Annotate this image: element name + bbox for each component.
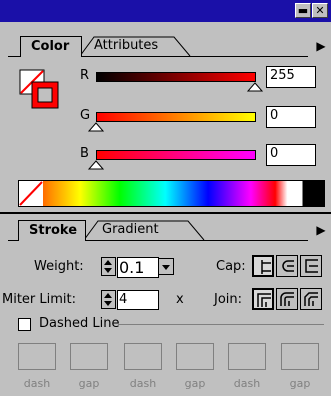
bevel-join-icon <box>304 292 318 306</box>
slider-g-value-field[interactable]: 0 <box>266 106 316 128</box>
round-join-button[interactable] <box>276 288 298 310</box>
stepper-down-arrow-icon[interactable] <box>104 268 112 273</box>
slider-b-label: B <box>80 146 89 161</box>
weight-stepper[interactable] <box>101 257 116 276</box>
dash-field-1[interactable] <box>18 343 56 370</box>
tab-attributes[interactable]: Attributes <box>94 36 178 56</box>
round-cap-button[interactable] <box>276 255 298 277</box>
slider-r-knob-icon[interactable] <box>247 82 263 92</box>
stroke-panel-tabs: Stroke Gradient ▶ <box>8 220 331 242</box>
gap-field-1-label: gap <box>78 377 100 390</box>
tab-gradient[interactable]: Gradient <box>102 220 182 240</box>
join-label: Join: <box>214 292 243 307</box>
dash-field-2[interactable] <box>124 343 162 370</box>
dashed-line-label: Dashed Line <box>39 316 120 331</box>
tab-stroke[interactable]: Stroke <box>18 220 86 241</box>
miter-unit-label: x <box>176 292 184 307</box>
tab-stroke-label: Stroke <box>29 223 78 238</box>
slider-r-track[interactable] <box>96 72 256 82</box>
stepper-down-arrow-icon[interactable] <box>104 301 112 306</box>
dashed-line-checkbox[interactable] <box>18 318 31 331</box>
none-color-icon[interactable] <box>19 181 43 206</box>
miter-limit-input[interactable]: 4 <box>117 290 159 310</box>
round-join-icon <box>280 292 294 306</box>
slider-r-value-field[interactable]: 255 <box>266 66 316 88</box>
miter-limit-label: Miter Limit: <box>2 292 77 307</box>
gap-field-3[interactable] <box>281 343 319 370</box>
tab-color-label: Color <box>31 39 70 54</box>
dashed-line-separator <box>118 324 324 325</box>
tab-gradient-label: Gradient <box>102 222 159 237</box>
miter-join-icon <box>257 293 271 307</box>
panel-divider <box>0 212 331 214</box>
miter-limit-stepper[interactable] <box>101 290 116 309</box>
weight-dropdown-arrow-icon[interactable] <box>158 258 174 275</box>
color-panel-menu-arrow-icon[interactable]: ▶ <box>313 36 329 56</box>
stroke-panel-menu-arrow-icon[interactable]: ▶ <box>313 220 329 240</box>
slider-b-value-field[interactable]: 0 <box>266 144 316 166</box>
tab-color[interactable]: Color <box>20 36 82 57</box>
gap-field-2[interactable] <box>176 343 214 370</box>
weight-label: Weight: <box>34 259 84 274</box>
projecting-cap-icon <box>305 259 318 273</box>
color-panel-tabs: Color Attributes ▶ <box>8 36 331 58</box>
gap-field-2-label: gap <box>184 377 206 390</box>
close-button[interactable]: ✕ <box>312 3 328 18</box>
color-spectrum-ramp[interactable] <box>18 180 325 207</box>
slider-b-track[interactable] <box>96 150 256 160</box>
gap-field-3-label: gap <box>289 377 311 390</box>
palette-title-bar[interactable]: ▬ ✕ <box>0 0 331 22</box>
fill-none-stroke-red-icon <box>19 69 59 109</box>
bevel-join-button[interactable] <box>300 288 322 310</box>
dash-field-2-label: dash <box>129 377 157 390</box>
stepper-up-arrow-icon[interactable] <box>104 260 112 265</box>
projecting-cap-button[interactable] <box>300 255 322 277</box>
dash-field-3-label: dash <box>233 377 261 390</box>
butt-cap-button[interactable] <box>252 255 274 277</box>
slider-g-knob-icon[interactable] <box>88 122 104 132</box>
fill-stroke-swatch[interactable] <box>18 68 62 112</box>
slider-b-knob-icon[interactable] <box>88 160 104 170</box>
slider-g-label: G <box>80 108 91 123</box>
butt-cap-icon <box>261 260 271 274</box>
tab-attributes-label: Attributes <box>94 38 159 53</box>
stepper-up-arrow-icon[interactable] <box>104 293 112 298</box>
round-cap-icon <box>282 260 294 272</box>
dash-field-3[interactable] <box>228 343 266 370</box>
minimize-button[interactable]: ▬ <box>295 3 311 18</box>
cap-label: Cap: <box>216 259 246 274</box>
dash-field-1-label: dash <box>23 377 51 390</box>
weight-input[interactable]: 0.1 <box>117 257 159 278</box>
slider-r-label: R <box>80 68 90 83</box>
gap-field-1[interactable] <box>70 343 108 370</box>
color-palette-window: ▬ ✕ Color Attributes ▶ R 255 G 0 B 0 Str… <box>0 0 331 396</box>
slider-g-track[interactable] <box>96 112 256 122</box>
miter-join-button[interactable] <box>252 288 274 310</box>
